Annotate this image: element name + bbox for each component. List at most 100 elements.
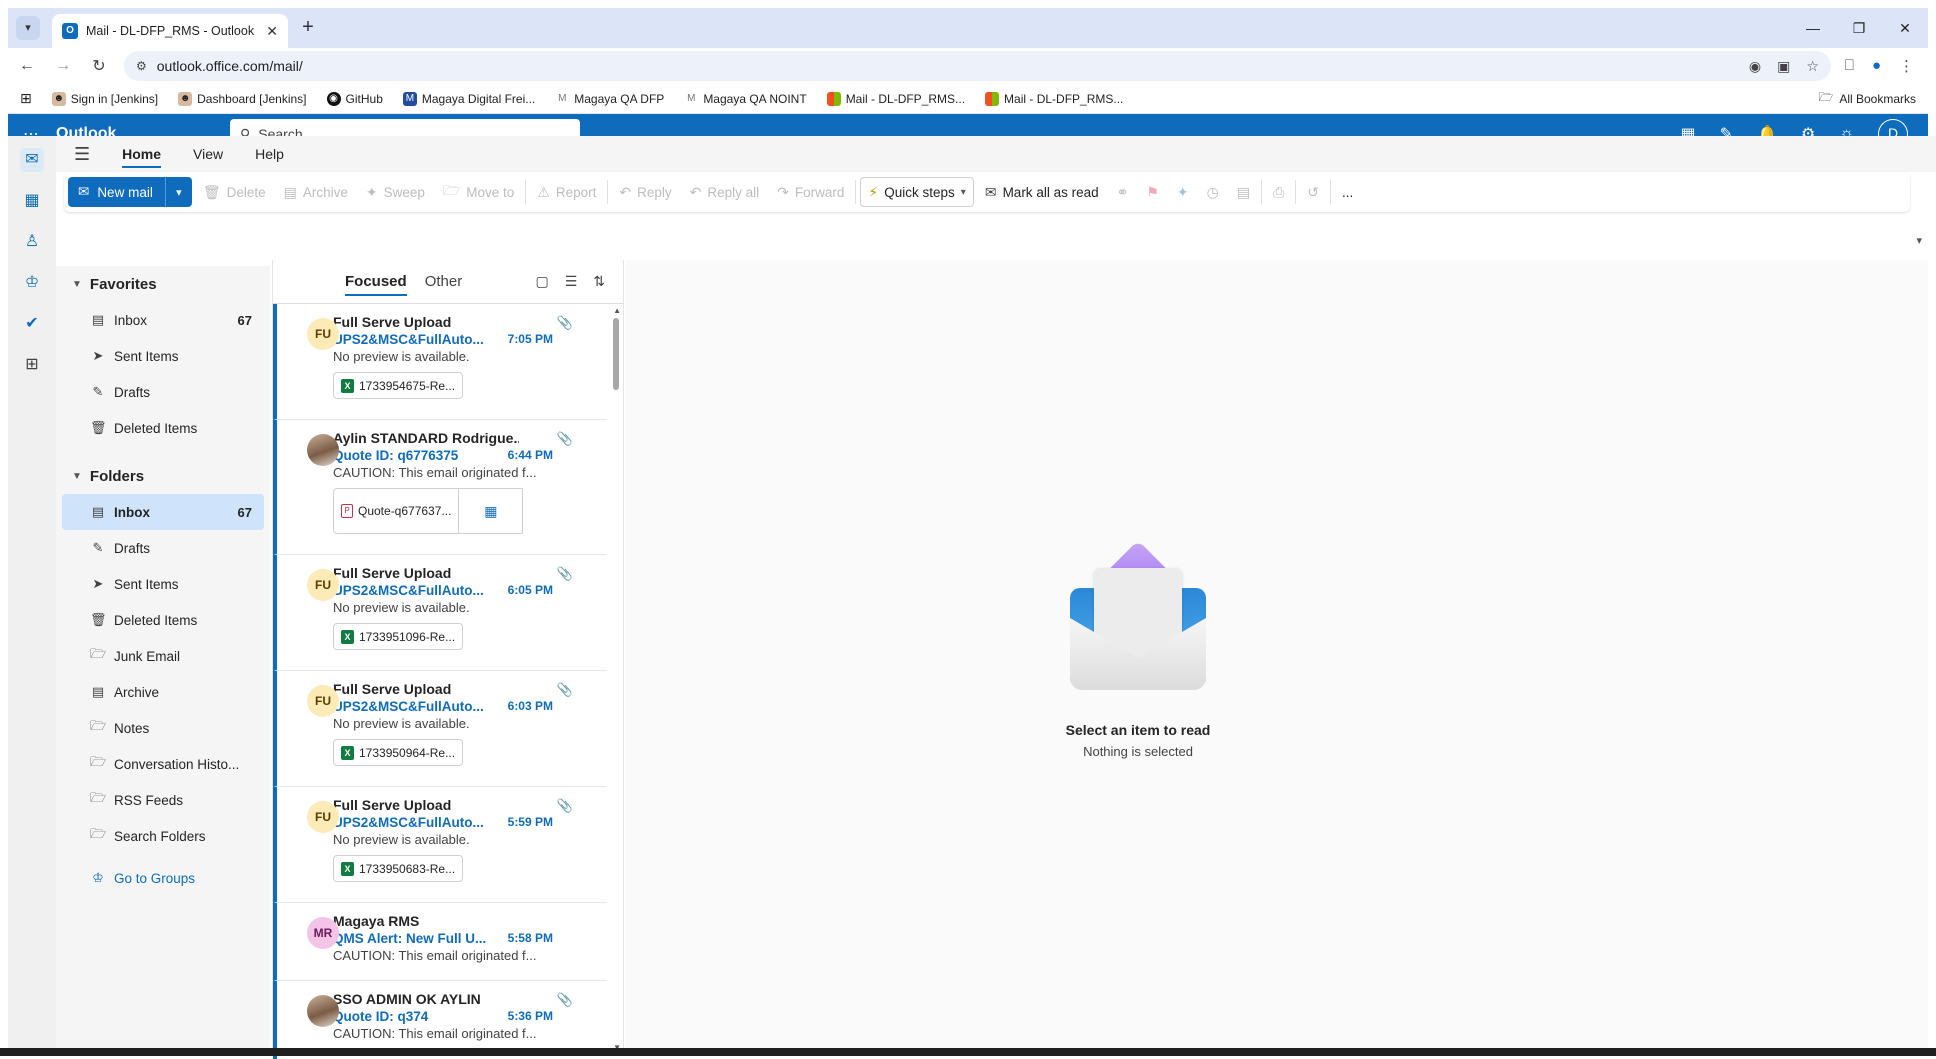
bookmark-star-icon[interactable]: ☆ [1806,58,1819,75]
folder-junk-email[interactable]: 🗁Junk Email [62,638,264,674]
attachment-chip[interactable]: X1733951096-Re... [333,623,463,650]
go-to-groups-link[interactable]: ♔Go to Groups [62,860,264,896]
reply-all-button[interactable]: ↶Reply all [683,177,767,207]
tab-search-chevron-icon[interactable]: ▾ [16,16,40,40]
browser-tab[interactable]: O Mail - DL-DFP_RMS - Outlook ✕ [52,14,288,48]
restore-icon[interactable]: ❐ [1836,8,1882,48]
forward-button[interactable]: ↷Forward [770,177,851,207]
people-icon[interactable]: ♙ [20,230,44,254]
archive-button[interactable]: ▤Archive [277,177,355,207]
folder-notes[interactable]: 🗁Notes [62,710,264,746]
favorite-inbox[interactable]: ▤Inbox67 [62,302,264,338]
bookmark-github[interactable]: ◉GitHub [327,92,383,106]
close-window-icon[interactable]: ✕ [1882,8,1928,48]
forward-arrow-icon[interactable]: → [52,57,74,75]
empty-envelope-illustration [1070,548,1206,698]
attachment-chip[interactable]: X1733950964-Re... [333,739,463,766]
folder-archive[interactable]: ▤Archive [62,674,264,710]
message-time: 6:03 PM [508,699,553,714]
message-subject: Quote ID: q6776375 [333,448,493,463]
filter-icon[interactable]: ☰ [565,273,578,290]
groups-icon[interactable]: ♔ [20,271,44,295]
back-arrow-icon[interactable]: ← [16,57,38,75]
bookmark-jenkins-signin[interactable]: ☻Sign in [Jenkins] [52,92,158,106]
reply-button[interactable]: ↶Reply [612,177,678,207]
undo-button[interactable]: ↺ [1300,177,1326,207]
bookmark-mail-2[interactable]: Mail - DL-DFP_RMS... [985,92,1123,106]
sort-icon[interactable]: ⇅ [593,273,605,290]
new-mail-dropdown-icon[interactable]: ▾ [166,186,192,199]
new-mail-button[interactable]: ✉New mail ▾ [68,177,192,207]
extension-eye-icon[interactable]: ◉ [1749,58,1761,75]
snooze-button[interactable]: ◷ [1200,177,1226,207]
image-attachment[interactable]: ▦ [459,488,523,534]
shield-icon: ⚠ [537,184,550,201]
tag-button[interactable]: ⚭ [1110,177,1136,207]
attachment-chip[interactable]: X1733954675-Re... [333,372,463,399]
tab-view[interactable]: View [193,146,223,162]
message-item[interactable]: FU Full Serve Upload 📎 UPS2&MSC&FullAuto… [273,555,607,671]
flag-button[interactable]: ⚑ [1139,177,1166,207]
folder-inbox[interactable]: ▤Inbox67 [62,494,264,530]
select-mode-icon[interactable]: ▢ [535,273,548,290]
print-button[interactable]: ⎙ [1266,177,1291,207]
scrollbar-thumb[interactable] [613,318,619,390]
reload-icon[interactable]: ↻ [88,56,110,76]
scroll-up-arrow-icon[interactable]: ▲ [613,306,621,315]
attachment-chip[interactable]: X1733950683-Re... [333,855,463,882]
message-item[interactable]: FU Full Serve Upload 📎 UPS2&MSC&FullAuto… [273,671,607,787]
tab-home[interactable]: Home [122,146,161,168]
extensions-puzzle-icon[interactable]: ⎕ [1845,57,1854,75]
folder-deleted-items[interactable]: 🗑Deleted Items [62,602,264,638]
move-to-button[interactable]: 🗁Move to [436,177,521,207]
tab-other[interactable]: Other [425,273,463,290]
delete-button[interactable]: 🗑Delete [196,177,273,207]
install-app-icon[interactable]: ▣ [1777,58,1790,75]
folders-header[interactable]: ▼Folders [56,458,270,494]
more-options-button[interactable]: ... [1335,177,1360,207]
message-item[interactable]: Aylin STANDARD Rodrigue... 📎 Quote ID: q… [273,420,607,555]
bookmark-magaya-digital[interactable]: MMagaya Digital Frei... [403,92,535,106]
bookmark-magaya-qa-noint[interactable]: MMagaya QA NOINT [684,92,806,106]
message-item[interactable]: MR Magaya RMS QMS Alert: New Full U...5:… [273,903,607,981]
hamburger-menu-icon[interactable]: ☰ [74,144,90,165]
apps-grid-icon[interactable]: ⊞ [20,90,32,107]
browser-menu-icon[interactable]: ⋮ [1899,57,1914,75]
new-tab-plus-icon[interactable]: + [296,16,320,40]
message-item[interactable]: FU Full Serve Upload 📎 UPS2&MSC&FullAuto… [273,787,607,903]
tab-focused[interactable]: Focused [345,273,407,296]
ribbon-expand-chevron-icon[interactable]: ▾ [1916,234,1922,247]
folder-drafts[interactable]: ✎Drafts [62,530,264,566]
todo-check-icon[interactable]: ✔ [20,312,44,336]
quick-steps-button[interactable]: ⚡Quick steps▾ [860,177,973,207]
sweep-button[interactable]: ✦Sweep [359,177,432,207]
url-field[interactable]: ⚙ outlook.office.com/mail/ ◉ ▣ ☆ [124,51,1831,81]
folder-rss-feeds[interactable]: 🗁RSS Feeds [62,782,264,818]
folder-sent-items[interactable]: ➤Sent Items [62,566,264,602]
minimize-icon[interactable]: — [1790,8,1836,48]
folder-search-folders[interactable]: 🗁Search Folders [62,818,264,854]
mail-icon[interactable]: ✉ [20,148,44,172]
bookmark-mail-1[interactable]: Mail - DL-DFP_RMS... [827,92,965,106]
all-bookmarks[interactable]: 🗁All Bookmarks [1818,88,1916,109]
more-apps-icon[interactable]: ⊞ [20,353,44,377]
favorite-deleted-items[interactable]: 🗑Deleted Items [62,410,264,446]
message-item[interactable]: FU Full Serve Upload 📎 UPS2&MSC&FullAuto… [273,304,607,420]
tab-help[interactable]: Help [255,146,284,162]
folder-conversation-history[interactable]: 🗁Conversation Histo... [62,746,264,782]
pin-button[interactable]: ✦ [1170,177,1196,207]
rules-button[interactable]: ▤ [1230,177,1257,207]
site-info-icon[interactable]: ⚙ [136,59,147,73]
report-button[interactable]: ⚠Report [530,177,603,207]
favorite-drafts[interactable]: ✎Drafts [62,374,264,410]
attachment-chip[interactable]: PQuote-q677637... [333,488,459,534]
paperclip-icon: 📎 [557,798,573,814]
favorite-sent-items[interactable]: ➤Sent Items [62,338,264,374]
favorites-header[interactable]: ▼Favorites [56,266,270,302]
bookmark-jenkins-dashboard[interactable]: ☻Dashboard [Jenkins] [178,92,306,106]
mark-all-read-button[interactable]: ✉Mark all as read [978,177,1106,207]
calendar-icon[interactable]: ▦ [20,189,44,213]
bookmark-magaya-qa-dfp[interactable]: MMagaya QA DFP [555,92,664,106]
close-tab-icon[interactable]: ✕ [266,23,278,40]
profile-icon[interactable]: ● [1872,57,1881,75]
